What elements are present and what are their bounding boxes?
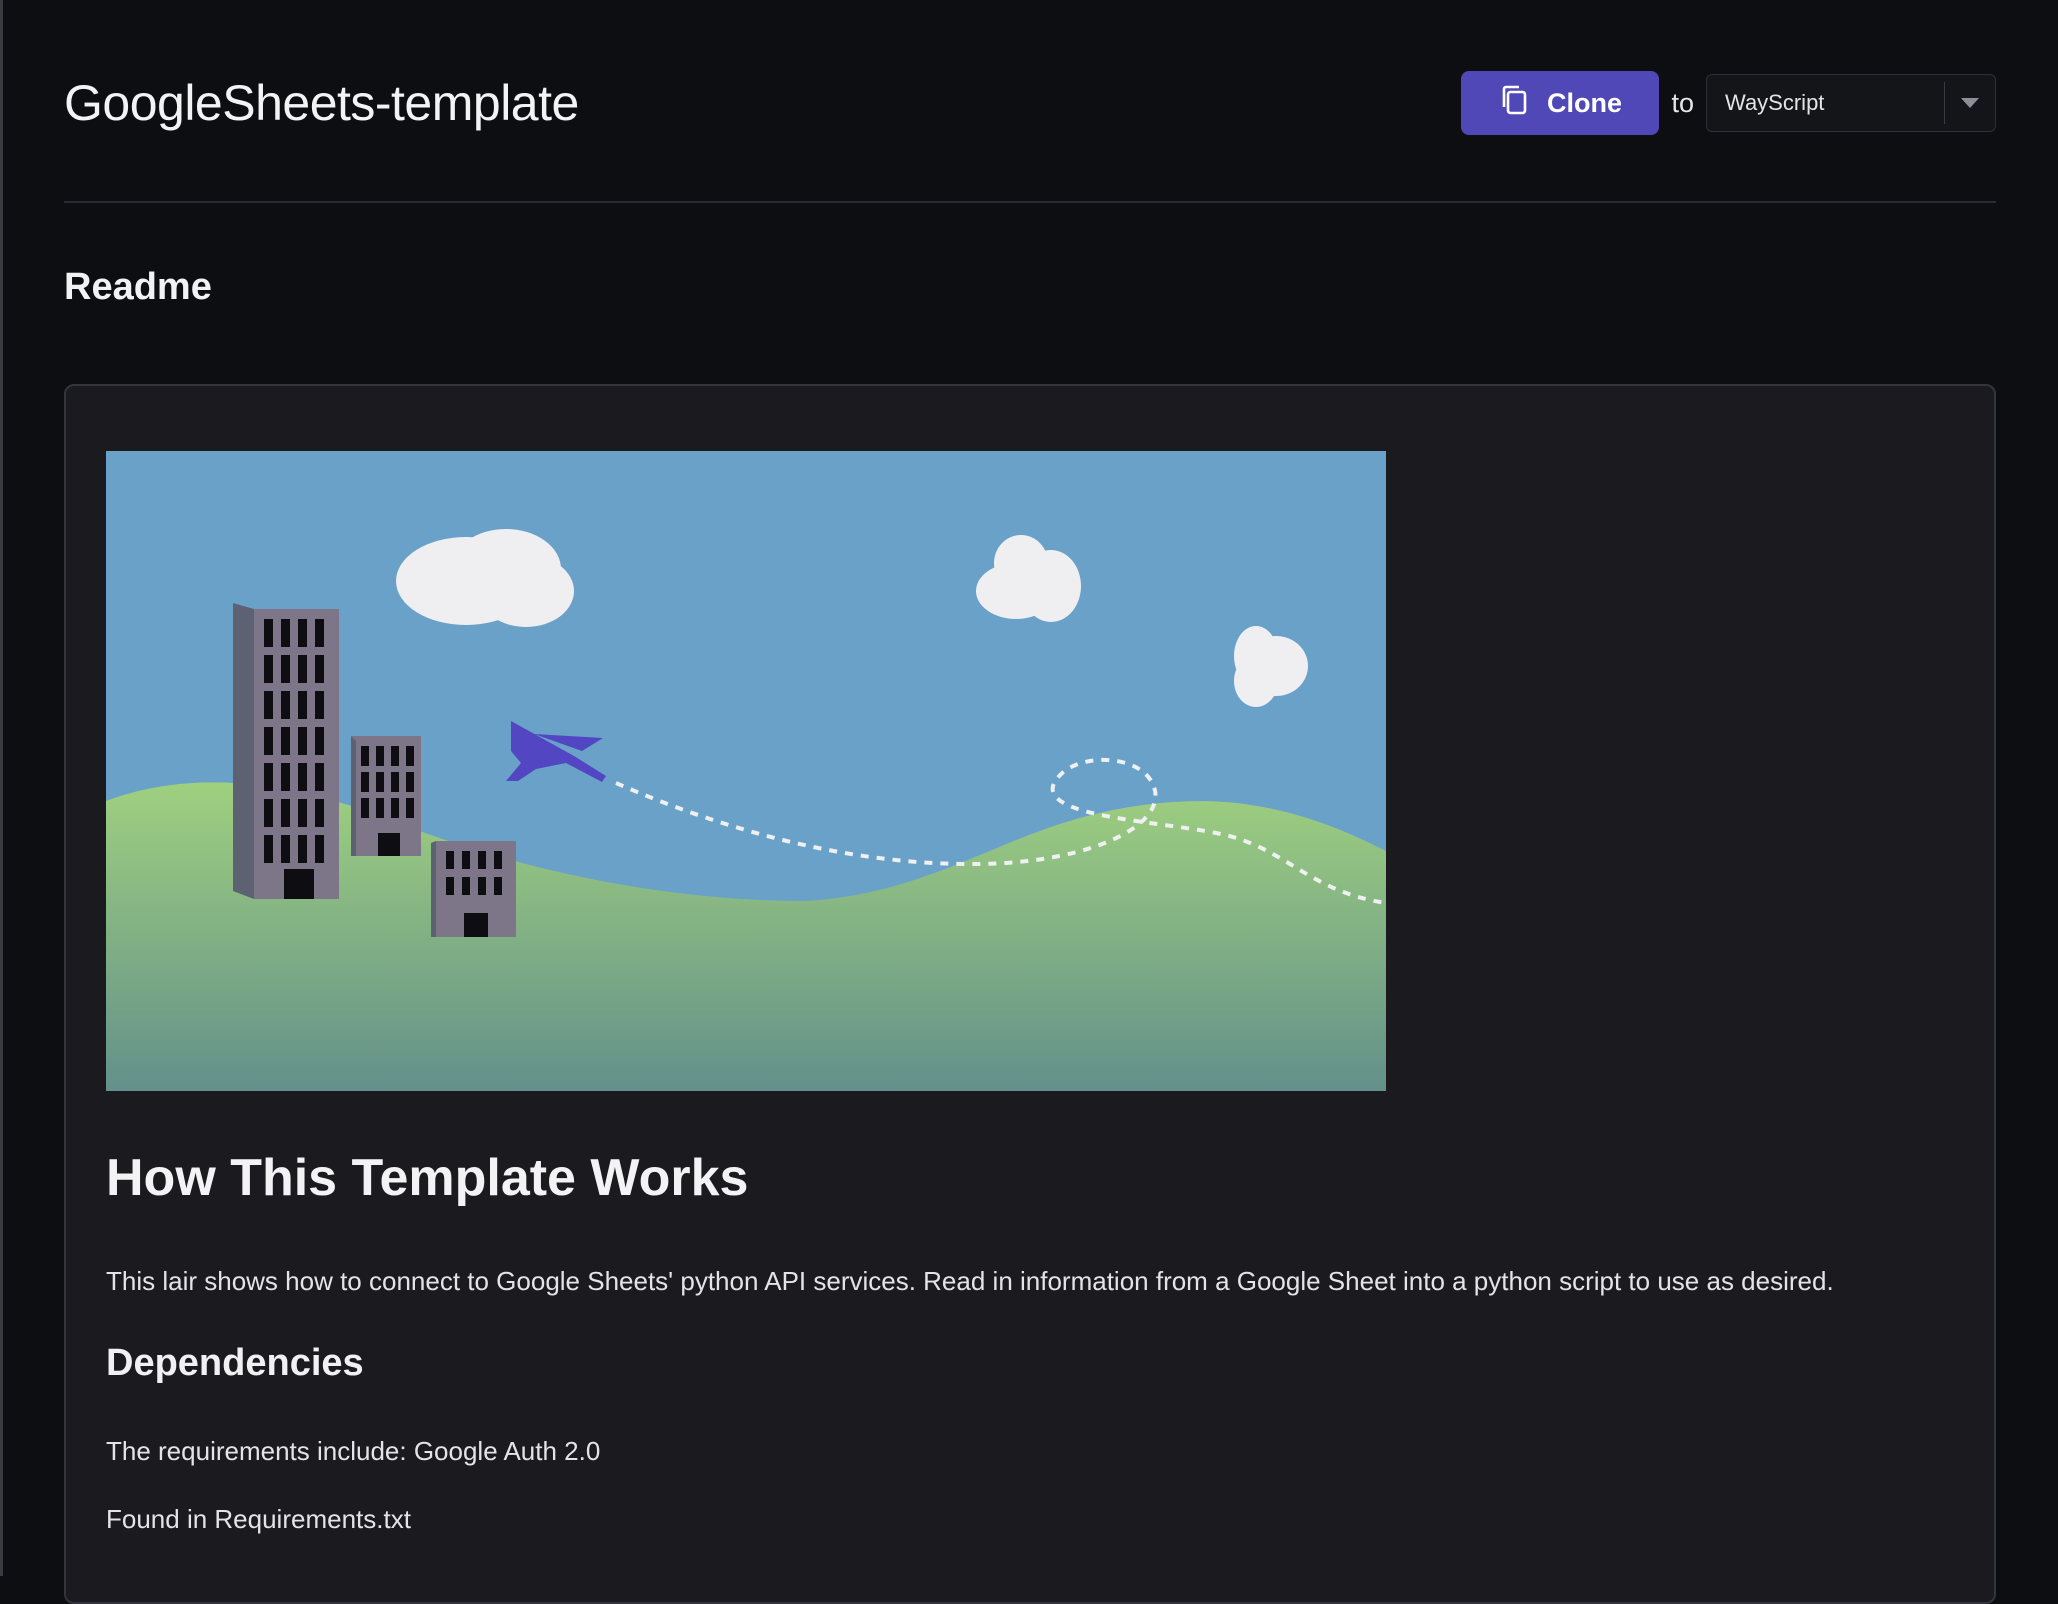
window-left-edge xyxy=(0,0,3,1576)
readme-intro: This lair shows how to connect to Google… xyxy=(106,1266,1834,1296)
readme-panel: How This Template Works This lair shows … xyxy=(64,384,1996,1604)
header-divider xyxy=(64,201,1996,203)
destination-select-value: WayScript xyxy=(1725,90,1825,115)
page-header: GoogleSheets-template Clone to WayScript xyxy=(64,58,1996,148)
found-in-text: Found in Requirements.txt xyxy=(106,1504,411,1534)
caret-down-icon[interactable] xyxy=(1945,96,1995,110)
clone-button-label: Clone xyxy=(1546,87,1622,118)
clone-button[interactable]: Clone xyxy=(1461,71,1660,135)
to-label: to xyxy=(1671,87,1694,118)
readme-section-title: Readme xyxy=(64,266,212,308)
readme-hero-image xyxy=(106,451,1386,1091)
clone-actions: Clone to WayScript xyxy=(1461,71,1996,135)
copy-icon xyxy=(1499,84,1529,123)
readme-heading: How This Template Works xyxy=(106,1149,749,1207)
dependencies-heading: Dependencies xyxy=(106,1342,364,1384)
destination-select[interactable]: WayScript xyxy=(1706,74,1996,132)
page-title: GoogleSheets-template xyxy=(64,75,579,131)
requirements-text: The requirements include: Google Auth 2.… xyxy=(106,1436,601,1466)
